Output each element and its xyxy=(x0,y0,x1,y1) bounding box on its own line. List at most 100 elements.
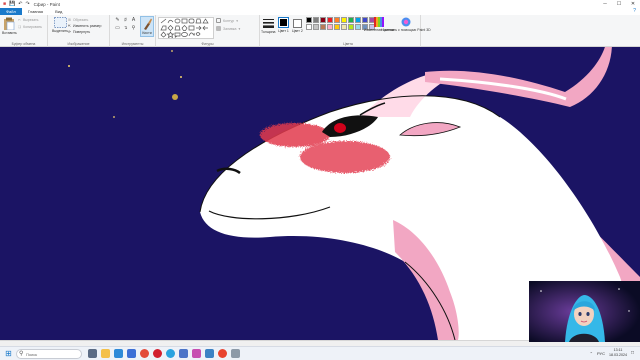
color1-button[interactable]: Цвет 1 xyxy=(278,17,289,33)
palette-swatch[interactable] xyxy=(348,24,354,30)
image-group-label: Изображение xyxy=(67,42,90,46)
paint3d-icon xyxy=(401,17,411,27)
shapes-icons xyxy=(160,18,209,39)
clock[interactable]: 13:11 18.03.2024 xyxy=(609,348,627,358)
palette-swatch[interactable] xyxy=(348,17,354,23)
search-box[interactable]: ⚲ Поиск xyxy=(16,349,82,359)
select-icon xyxy=(53,17,67,28)
colors-group: Цвет 1 Цвет 2 Изменение цветов Изменить … xyxy=(276,15,431,47)
fill-icon xyxy=(216,26,221,31)
paint3d-button[interactable]: Изменить с помощью Paint 3D xyxy=(381,17,431,32)
palette-swatch[interactable] xyxy=(306,17,312,23)
size-group: Толщина xyxy=(260,15,276,47)
yandex-icon[interactable] xyxy=(218,349,227,358)
tab-file[interactable]: Файл xyxy=(0,8,22,15)
menu-bar: Файл Главная Вид ? xyxy=(0,8,640,15)
palette-swatch[interactable] xyxy=(355,17,361,23)
resize-icon: ⇱ xyxy=(68,24,71,28)
size-button[interactable]: Толщина xyxy=(261,17,276,34)
files-icon[interactable] xyxy=(231,349,240,358)
palette-swatch[interactable] xyxy=(355,24,361,30)
window-title: Сфир - Paint xyxy=(33,1,60,7)
chevron-down-icon: ▾ xyxy=(236,18,238,23)
scissors-icon: ✂ xyxy=(18,18,21,22)
photos-icon[interactable] xyxy=(179,349,188,358)
edge-icon[interactable] xyxy=(114,349,123,358)
notification-icon[interactable]: □ xyxy=(631,350,634,356)
search-icon: ⚲ xyxy=(19,351,24,357)
copy-button[interactable]: ❏ Копировать xyxy=(18,25,42,29)
palette-swatch[interactable] xyxy=(341,24,347,30)
taskbar: ⊞ ⚲ Поиск ⌃ РУС 13:11 18.03.2024 □ xyxy=(0,346,640,360)
opera-icon[interactable] xyxy=(153,349,162,358)
explorer-icon[interactable] xyxy=(101,349,110,358)
close-button[interactable]: ✕ xyxy=(626,0,640,8)
save-icon[interactable]: 💾 xyxy=(9,0,15,8)
chevron-down-icon: ▾ xyxy=(238,26,241,31)
tray-chevron-icon[interactable]: ⌃ xyxy=(590,351,593,356)
palette-swatch[interactable] xyxy=(334,24,340,30)
image-group: Выделить ⊞ Обрезать ⇱ Изменить размер ⟳ Пов… xyxy=(48,15,110,47)
crop-icon: ⊞ xyxy=(68,18,71,22)
palette-swatch[interactable] xyxy=(341,17,347,23)
tools-group-label: Инструменты xyxy=(121,42,144,46)
redo-icon[interactable]: ↷ xyxy=(25,0,29,8)
palette-swatch[interactable] xyxy=(327,24,333,30)
color2-swatch xyxy=(292,19,302,28)
webcam-overlay xyxy=(529,281,640,342)
stars xyxy=(68,50,182,118)
undo-icon[interactable]: ↶ xyxy=(18,0,22,8)
fill-dropdown[interactable]: Заливка ▾ xyxy=(216,26,240,31)
dragon-iris xyxy=(334,123,346,133)
paint-app-icon: ■ xyxy=(3,1,7,7)
clipboard-icon xyxy=(4,17,15,30)
task-view-icon[interactable] xyxy=(88,349,97,358)
palette-swatch[interactable] xyxy=(320,17,326,23)
color2-button[interactable]: Цвет 2 xyxy=(292,19,303,33)
tab-view[interactable]: Вид xyxy=(49,8,68,15)
magnifier-icon[interactable]: ⚲ xyxy=(130,25,137,32)
clipboard-group: Вставить ✂ Вырезать ❏ Копировать Буфер обм… xyxy=(0,15,48,47)
quick-access-toolbar: ■ 💾 ↶ ↷ xyxy=(0,0,30,8)
minimize-button[interactable]: ─ xyxy=(598,0,612,8)
color-picker-icon[interactable]: ↴ xyxy=(122,25,129,32)
store-icon[interactable] xyxy=(127,349,136,358)
paint-icon[interactable] xyxy=(192,349,201,358)
palette-swatch[interactable] xyxy=(306,24,312,30)
outline-dropdown[interactable]: Контур ▾ xyxy=(216,18,238,23)
text-icon[interactable]: A xyxy=(130,17,137,24)
help-icon[interactable]: ? xyxy=(633,8,636,15)
outline-icon xyxy=(216,18,221,23)
select-button[interactable]: Выделить xyxy=(52,17,68,33)
avatar xyxy=(529,281,640,342)
brushes-button[interactable]: Кисти xyxy=(140,16,154,37)
shapes-group: Контур ▾ Заливка ▾ Фигуры xyxy=(156,15,260,47)
palette-swatch[interactable] xyxy=(362,17,368,23)
system-tray: ⌃ РУС 13:11 18.03.2024 □ xyxy=(590,348,634,358)
rotate-button[interactable]: ⟳ Повернуть xyxy=(68,30,90,34)
eraser-icon[interactable]: ▭ xyxy=(114,25,121,32)
palette-swatch[interactable] xyxy=(320,24,326,30)
palette-swatch[interactable] xyxy=(313,24,319,30)
resize-button[interactable]: ⇱ Изменить размер xyxy=(68,24,101,28)
chrome-icon[interactable] xyxy=(140,349,149,358)
color1-swatch xyxy=(278,17,289,28)
pencil-icon[interactable]: ✎ xyxy=(114,17,121,24)
palette-swatch[interactable] xyxy=(327,17,333,23)
mail-icon[interactable] xyxy=(205,349,214,358)
maximize-button[interactable]: ☐ xyxy=(612,0,626,8)
ribbon: Вставить ✂ Вырезать ❏ Копировать Буфер обм… xyxy=(0,15,640,47)
crop-button[interactable]: ⊞ Обрезать xyxy=(68,18,88,22)
palette-swatch[interactable] xyxy=(334,17,340,23)
palette-swatch[interactable] xyxy=(313,17,319,23)
color-wheel-icon xyxy=(374,17,384,27)
tab-home[interactable]: Главная xyxy=(22,8,49,15)
copy-icon: ❏ xyxy=(18,25,22,29)
fill-bucket-icon[interactable]: ♯ xyxy=(122,17,129,24)
windows-start-icon[interactable]: ⊞ xyxy=(4,349,13,358)
language-indicator[interactable]: РУС xyxy=(597,351,605,356)
cut-button[interactable]: ✂ Вырезать xyxy=(18,18,39,22)
shapes-gallery[interactable] xyxy=(158,17,214,39)
paste-button[interactable]: Вставить xyxy=(2,17,17,35)
telegram-icon[interactable] xyxy=(166,349,175,358)
